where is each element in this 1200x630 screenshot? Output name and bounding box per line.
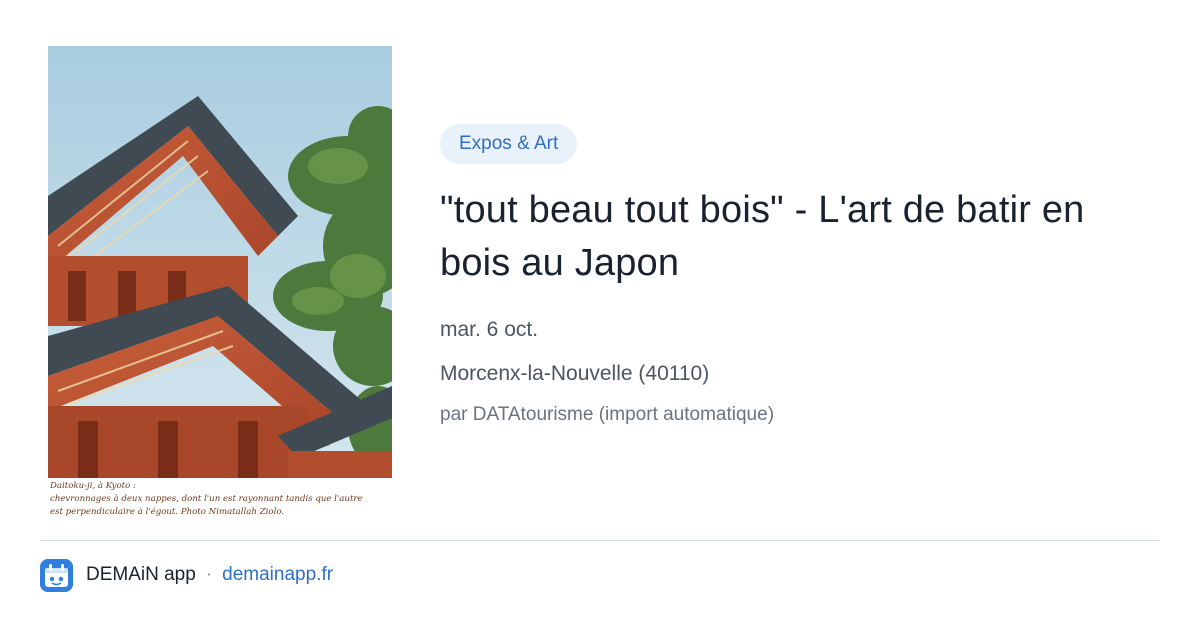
caption-line: Daitoku-ji, à Kyoto : <box>50 481 136 491</box>
category-tag[interactable]: Expos & Art <box>440 124 578 164</box>
demain-app-icon[interactable] <box>40 558 73 592</box>
caption-line: est perpendiculaire à l'égout. Photo Nim… <box>50 507 285 517</box>
event-photo: Daitoku-ji, à Kyoto : chevronnages à deu… <box>48 46 392 526</box>
app-website-link[interactable]: demainapp.fr <box>222 564 333 586</box>
event-date: mar. 6 oct. <box>440 318 539 341</box>
caption-line: chevronnages à deux nappes, dont l'un es… <box>50 494 363 504</box>
app-name: DEMAiN app <box>86 564 196 585</box>
event-card[interactable]: Daitoku-ji, à Kyoto : chevronnages à deu… <box>0 0 1200 630</box>
event-details: Expos & Art "tout beau tout bois" - L'ar… <box>440 124 1160 428</box>
footer: DEMAiN app · demainapp.fr <box>40 558 333 592</box>
event-title[interactable]: "tout beau tout bois" - L'art de batir e… <box>440 184 1160 290</box>
separator: · <box>205 564 213 585</box>
pagoda-photo-icon <box>48 46 392 478</box>
footer-divider <box>40 540 1160 541</box>
photo-caption: Daitoku-ji, à Kyoto : chevronnages à deu… <box>50 480 392 519</box>
event-source: par DATAtourisme (import automatique) <box>440 404 775 425</box>
event-location: Morcenx-la-Nouvelle (40110) <box>440 362 710 385</box>
